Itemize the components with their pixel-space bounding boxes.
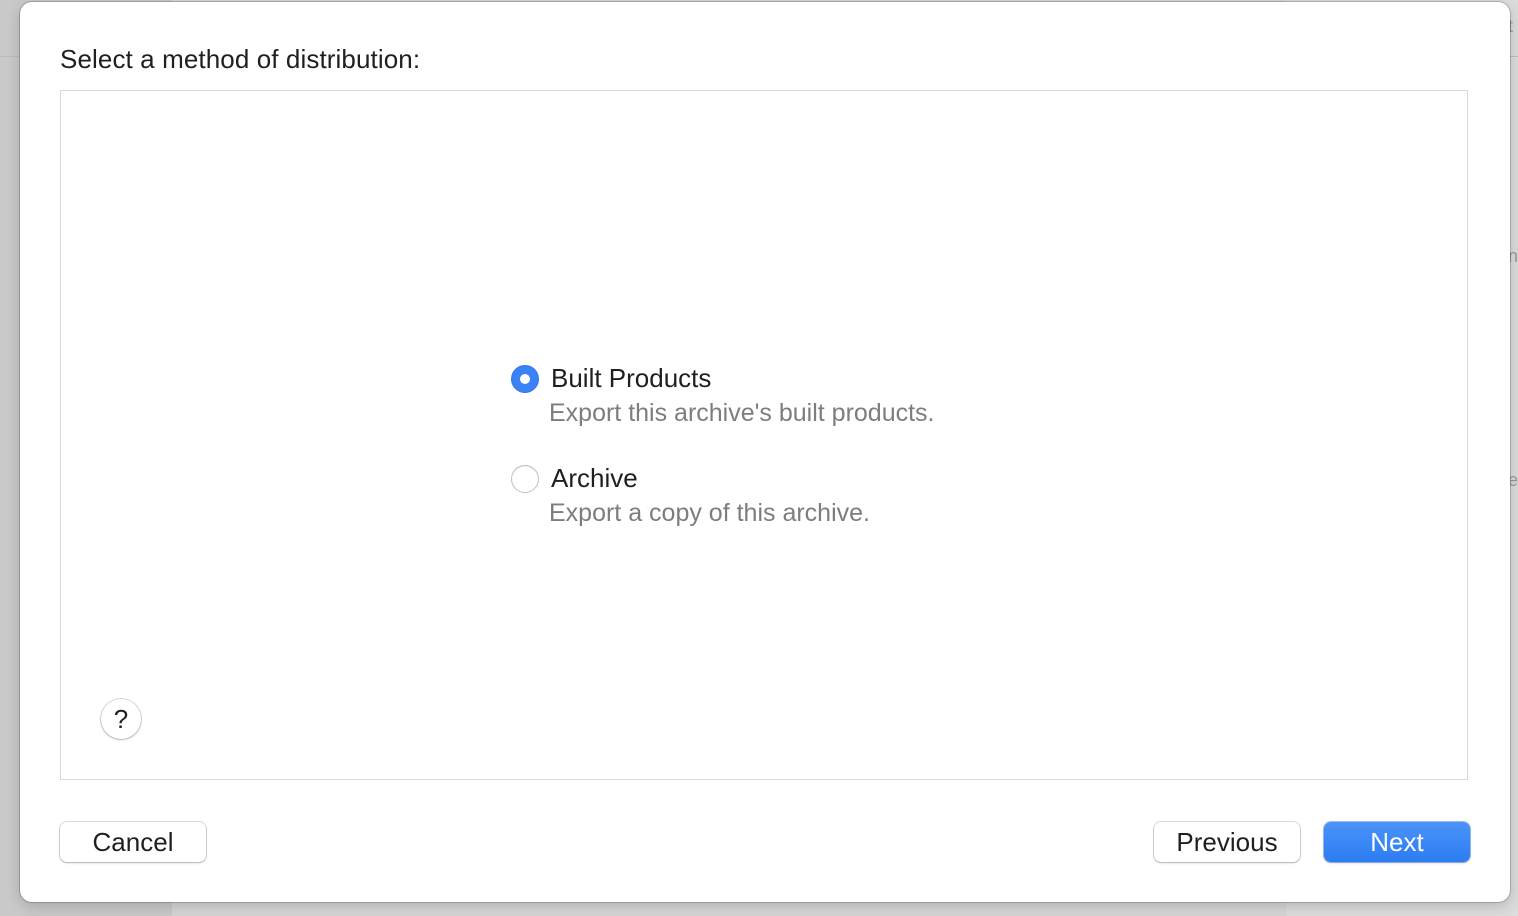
option-description: Export this archive's built products. xyxy=(549,399,935,427)
sheet-heading: Select a method of distribution: xyxy=(60,44,421,74)
option-title[interactable]: Archive xyxy=(551,463,638,494)
distribution-sheet: Select a method of distribution: Built P… xyxy=(20,2,1510,902)
radio-unselected-icon[interactable] xyxy=(511,465,539,493)
question-mark-icon: ? xyxy=(113,703,129,734)
cancel-button[interactable]: Cancel xyxy=(60,822,206,862)
option-description: Export a copy of this archive. xyxy=(549,499,870,527)
options-panel: Built Products Export this archive's bui… xyxy=(60,90,1468,780)
previous-button[interactable]: Previous xyxy=(1154,822,1300,862)
radio-selected-icon[interactable] xyxy=(511,365,539,393)
help-button[interactable]: ? xyxy=(101,699,141,739)
next-button[interactable]: Next xyxy=(1324,822,1470,862)
option-title[interactable]: Built Products xyxy=(551,363,711,394)
